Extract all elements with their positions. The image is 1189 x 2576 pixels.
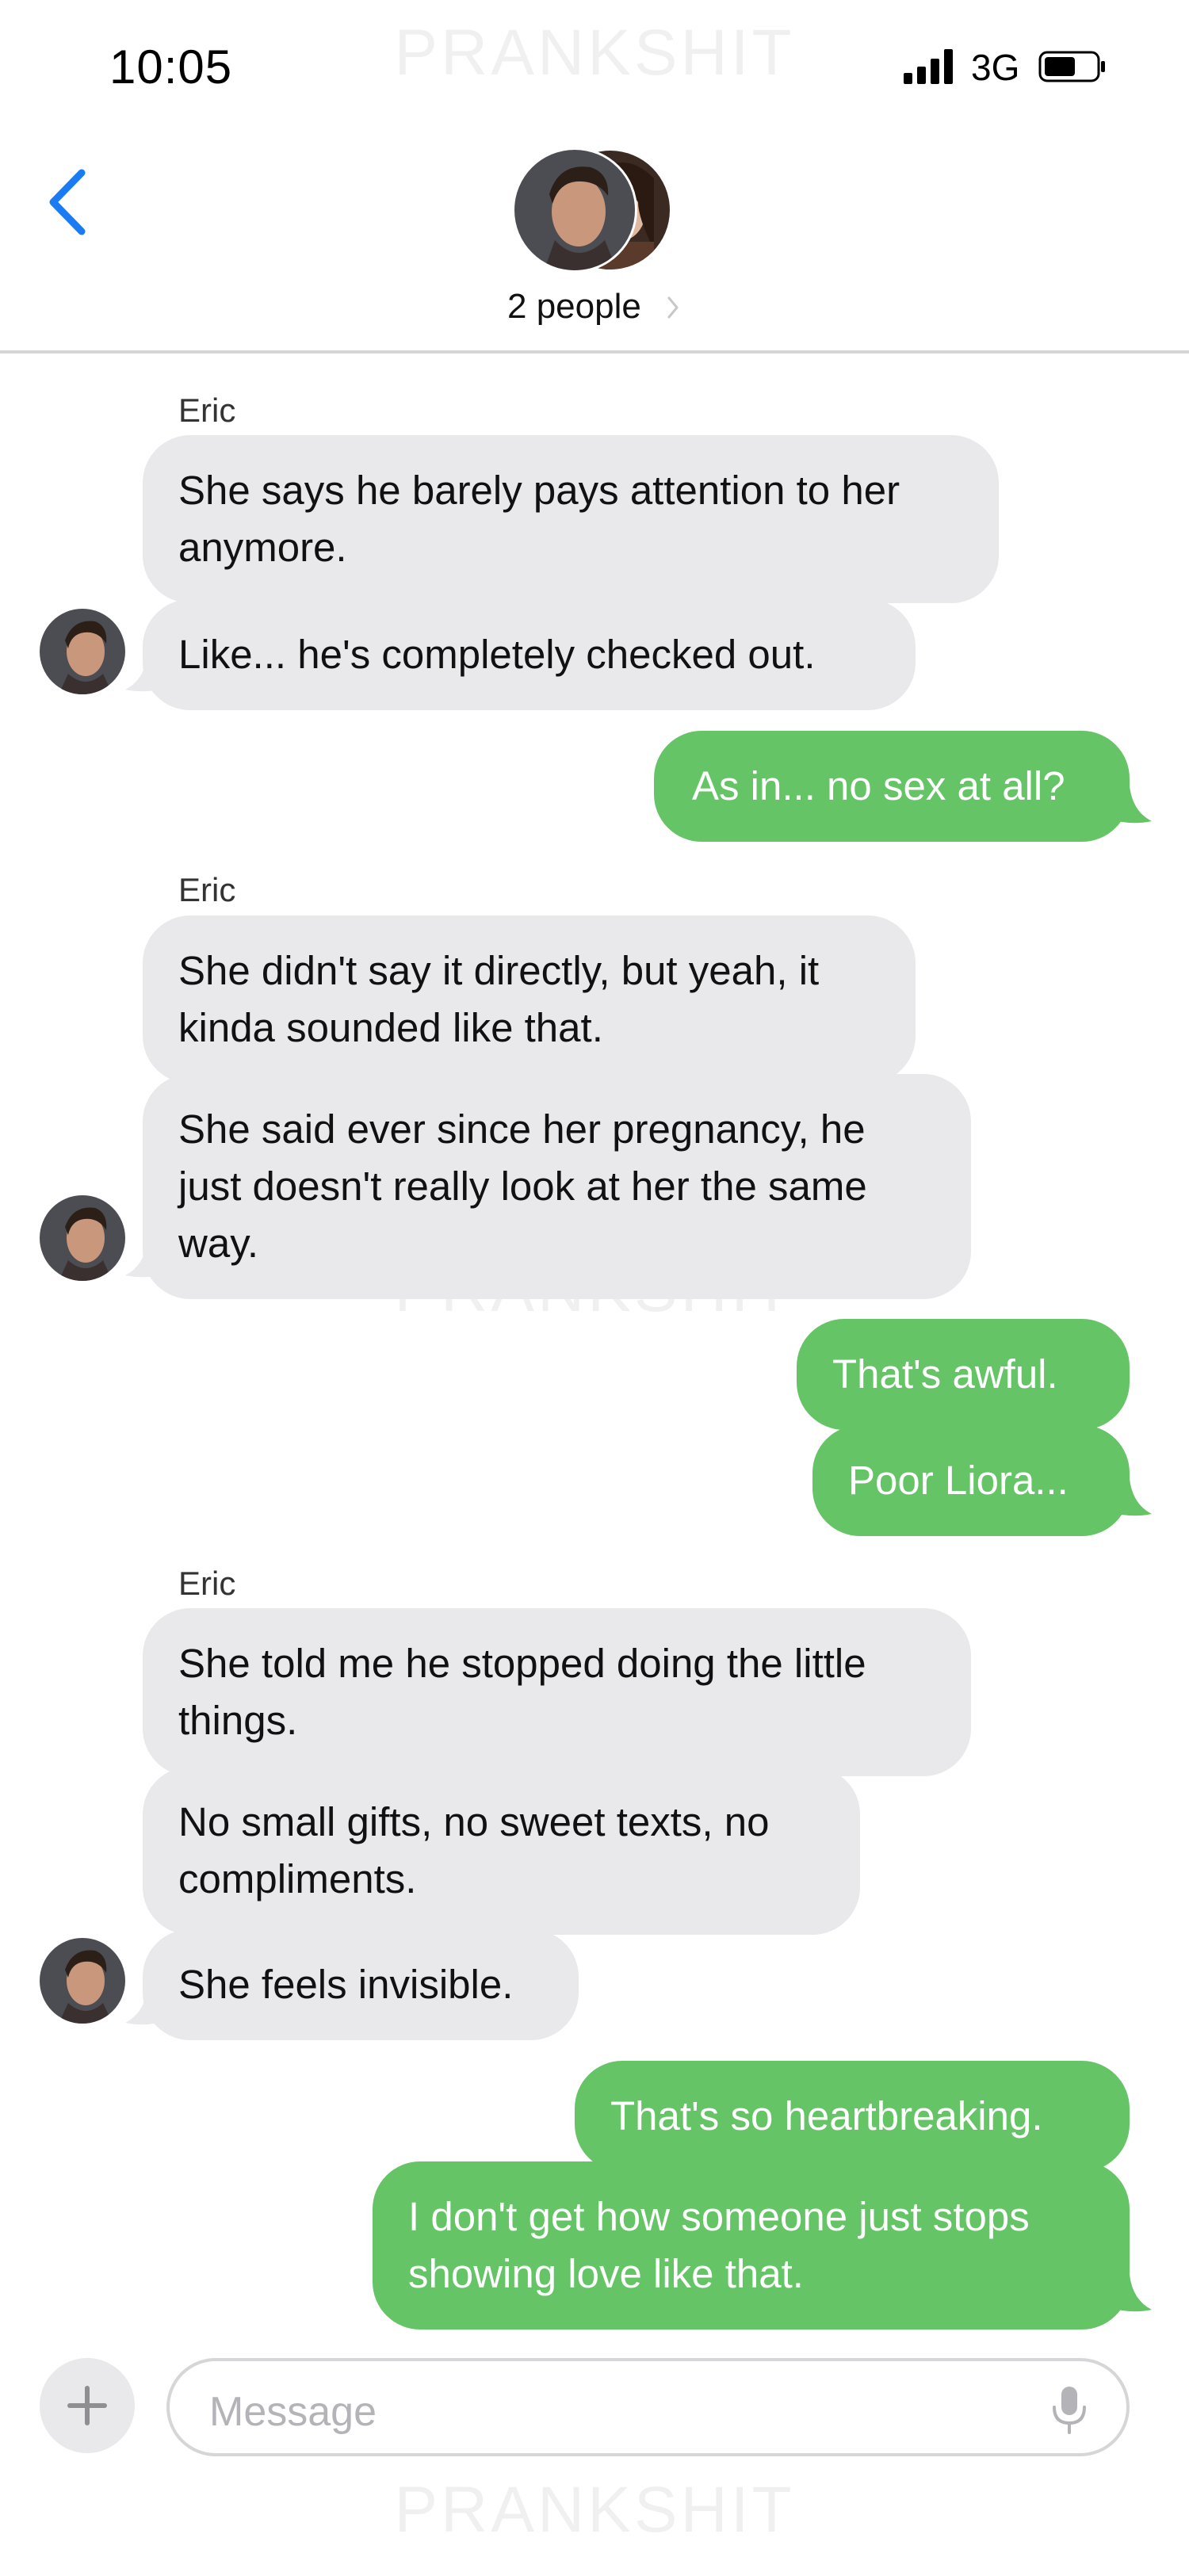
message-incoming[interactable]: She said ever since her pregnancy, he ju… (143, 1074, 971, 1299)
network-type: 3G (971, 47, 1020, 88)
message-outgoing[interactable]: That's awful. (797, 1319, 1130, 1430)
message-outgoing[interactable]: I don't get how someone just stops showi… (373, 2161, 1130, 2329)
message-incoming[interactable]: Like... he's completely checked out. (143, 599, 916, 710)
chevron-right-icon[interactable] (666, 295, 680, 320)
message-placeholder: Message (209, 2389, 377, 2435)
sender-name: Eric (178, 392, 236, 429)
message-incoming[interactable]: She told me he stopped doing the little … (143, 1608, 971, 1776)
battery-icon (1038, 51, 1105, 82)
signal-icon (904, 49, 953, 84)
message-outgoing[interactable]: That's so heartbreaking. (575, 2061, 1130, 2172)
microphone-icon[interactable] (1049, 2385, 1089, 2436)
message-input[interactable]: Message (166, 2358, 1130, 2456)
status-time: 10:05 (109, 40, 233, 94)
sender-name: Eric (178, 1565, 236, 1602)
bubble-tail (1106, 2275, 1152, 2312)
avatar[interactable] (40, 1195, 125, 1281)
group-avatar[interactable] (511, 147, 678, 273)
plus-icon (67, 2386, 107, 2425)
message-outgoing[interactable]: Poor Liora... (812, 1425, 1130, 1536)
bubble-tail (1106, 786, 1152, 824)
bubble-tail (125, 1988, 171, 2025)
header-divider (0, 350, 1189, 354)
bubble-tail (125, 655, 171, 692)
bubble-tail (1106, 1479, 1152, 1516)
message-incoming[interactable]: No small gifts, no sweet texts, no compl… (143, 1767, 860, 1935)
bubble-tail (125, 1240, 171, 1278)
sender-name: Eric (178, 871, 236, 908)
message-outgoing[interactable]: As in... no sex at all? (654, 731, 1130, 842)
avatar[interactable] (40, 609, 125, 694)
watermark-bottom: PRANKSHIT (394, 2474, 795, 2546)
conversation-title[interactable]: 2 people (507, 287, 641, 327)
message-incoming[interactable]: She didn't say it directly, but yeah, it… (143, 915, 916, 1084)
avatar[interactable] (40, 1938, 125, 2024)
plus-button[interactable] (40, 2358, 135, 2453)
message-incoming[interactable]: She says he barely pays attention to her… (143, 435, 999, 603)
back-chevron-icon[interactable] (44, 166, 91, 238)
message-incoming[interactable]: She feels invisible. (143, 1929, 579, 2040)
